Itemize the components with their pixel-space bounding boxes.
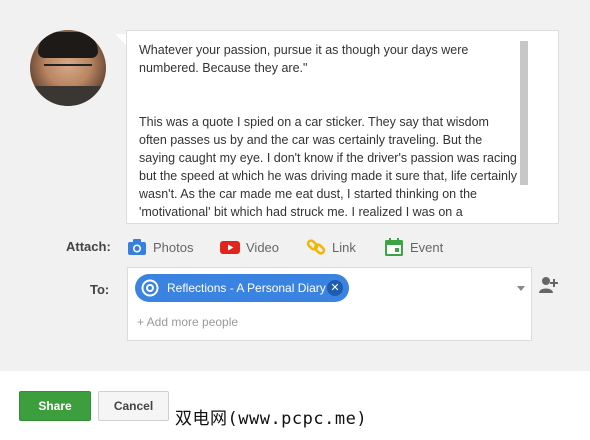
- avatar-shirt: [30, 86, 106, 106]
- attach-event-label: Event: [410, 239, 444, 255]
- attach-event-button[interactable]: Event: [384, 236, 443, 258]
- message-scrollbar[interactable]: [520, 41, 528, 185]
- attach-video-label: Video: [246, 239, 280, 255]
- message-text: Whatever your passion, pursue it as thou…: [139, 41, 519, 219]
- link-icon: [306, 237, 326, 257]
- attach-photos-label: Photos: [153, 239, 194, 255]
- camera-icon: [127, 237, 147, 257]
- calendar-icon: [384, 237, 404, 257]
- chevron-down-icon[interactable]: [517, 286, 525, 291]
- avatar: [30, 30, 106, 106]
- recipient-chip[interactable]: Reflections - A Personal Diary ✕: [135, 274, 349, 302]
- youtube-icon: [220, 237, 240, 257]
- remove-recipient-icon[interactable]: ✕: [327, 280, 343, 296]
- avatar-hair: [38, 32, 98, 58]
- message-paragraph-1: Whatever your passion, pursue it as thou…: [139, 43, 469, 75]
- attach-video-button[interactable]: Video: [220, 236, 279, 258]
- circles-icon: [141, 279, 159, 297]
- add-more-people-input[interactable]: + Add more people: [137, 315, 238, 329]
- cancel-button[interactable]: Cancel: [98, 391, 169, 421]
- attach-link-label: Link: [332, 239, 356, 255]
- avatar-glasses: [44, 64, 92, 76]
- message-textarea[interactable]: Whatever your passion, pursue it as thou…: [126, 30, 559, 224]
- add-person-icon[interactable]: [538, 276, 558, 294]
- recipient-chip-label: Reflections - A Personal Diary: [167, 281, 326, 295]
- to-label: To:: [90, 282, 110, 297]
- attach-photos-button[interactable]: Photos: [127, 236, 193, 258]
- watermark: 双电网(www.pcpc.me): [175, 409, 368, 429]
- recipients-field[interactable]: Reflections - A Personal Diary ✕ + Add m…: [127, 267, 532, 341]
- attach-label: Attach:: [66, 239, 111, 254]
- share-button[interactable]: Share: [19, 391, 91, 421]
- attach-link-button[interactable]: Link: [306, 236, 356, 258]
- message-paragraph-2: This was a quote I spied on a car sticke…: [139, 115, 517, 219]
